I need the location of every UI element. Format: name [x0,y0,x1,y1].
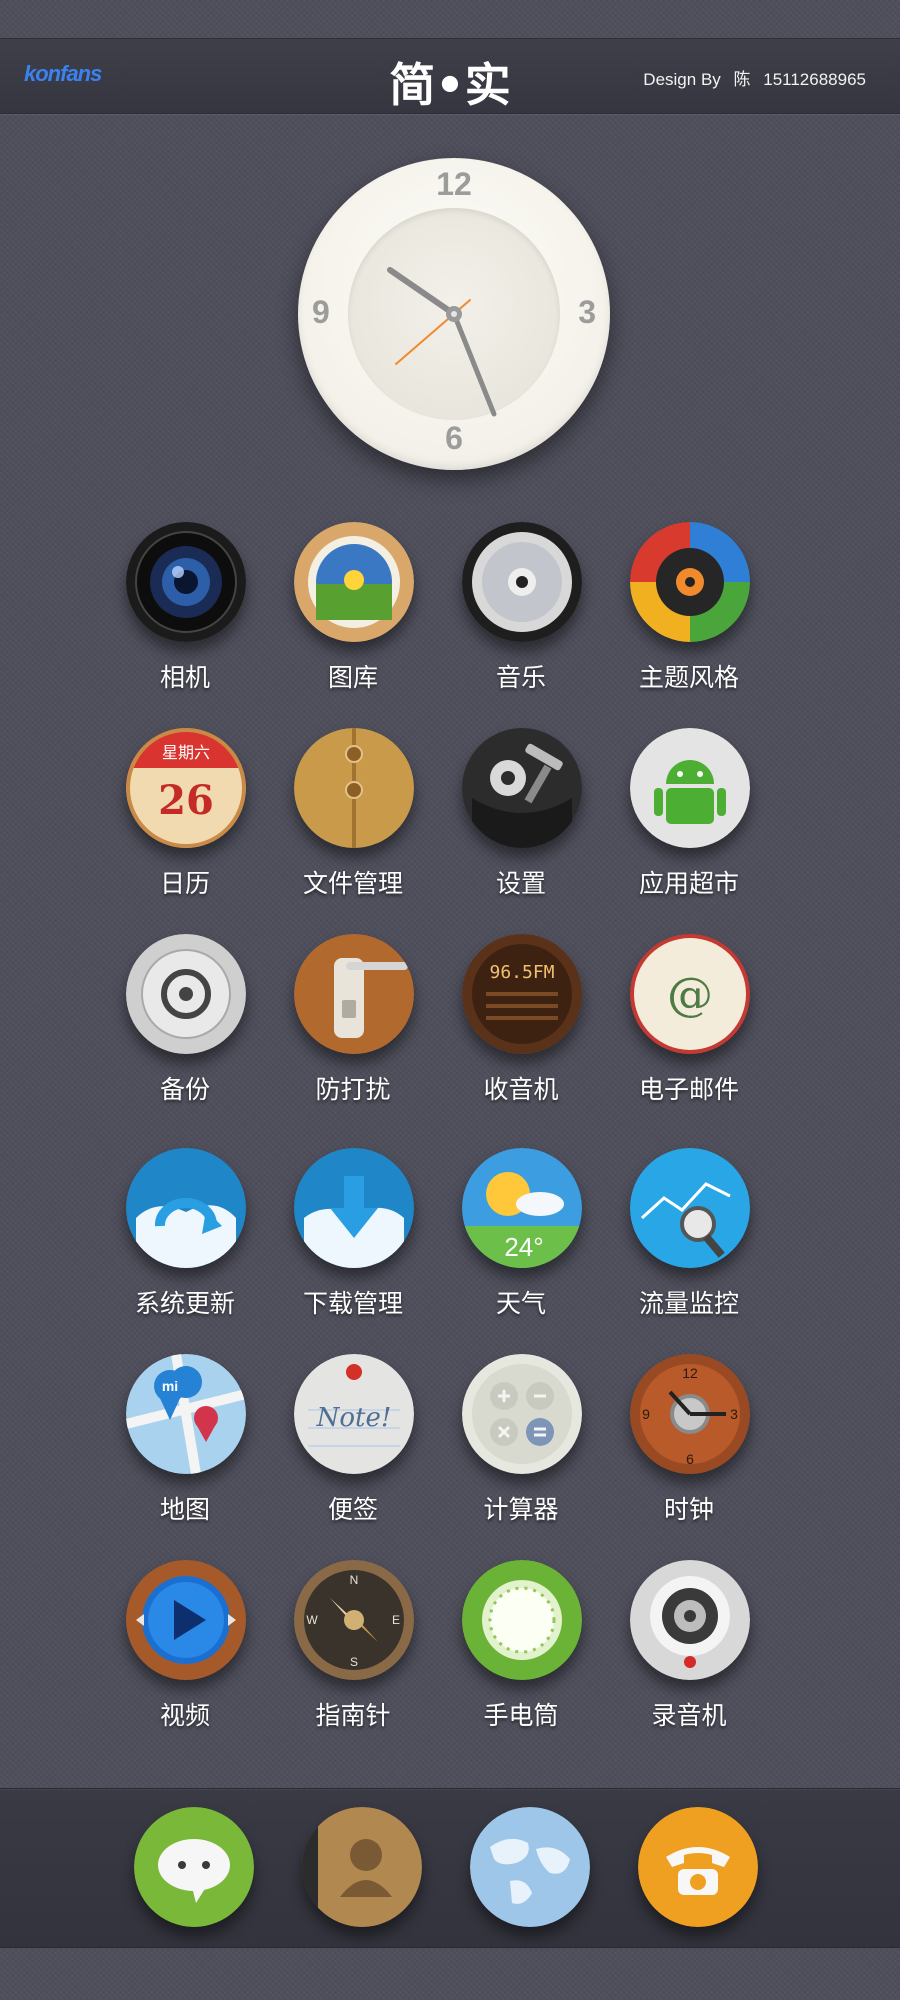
note-text: Note! [316,1403,392,1433]
app-map[interactable]: mi 地图 [100,1354,250,1534]
credit-name: 陈 [733,70,751,89]
minute-hand [451,311,497,417]
compass-w: W [306,1613,318,1627]
calendar-day: 26 [158,777,214,824]
app-market[interactable]: 应用超市 [604,728,754,908]
weather-sun-icon[interactable]: 24° [462,1148,582,1268]
app-camera[interactable]: 相机 [100,522,250,702]
app-clock[interactable]: 12 3 6 9 时钟 [604,1354,754,1534]
email-at: @ [667,967,713,1021]
app-label: 时钟 [663,1495,714,1524]
dock-browser[interactable] [444,1789,594,1969]
app-label: 录音机 [651,1701,727,1730]
app-label: 应用超市 [638,869,739,898]
do-not-disturb-door-icon[interactable] [294,934,414,1054]
traffic-monitor-icon[interactable] [630,1148,750,1268]
settings-gear-hammer-icon[interactable] [462,728,582,848]
app-download[interactable]: 下载管理 [268,1148,418,1328]
compass-n: N [350,1573,359,1587]
app-email[interactable]: @ 电子邮件 [604,934,754,1114]
app-compass[interactable]: N E S W 指南针 [268,1560,418,1740]
app-backup[interactable]: 备份 [100,934,250,1114]
browser-globe-icon[interactable] [470,1807,590,1927]
designer-credit: Design By 陈 15112688965 [635,65,866,90]
app-label: 主题风格 [638,663,739,692]
app-video[interactable]: 视频 [100,1560,250,1740]
map-pin-label: mi [162,1378,178,1394]
recorder-icon[interactable] [630,1560,750,1680]
radio-icon[interactable]: 96.5FM [462,934,582,1054]
app-music[interactable]: 音乐 [436,522,586,702]
phone-handset-icon[interactable] [638,1807,758,1927]
calculator-icon[interactable] [462,1354,582,1474]
app-do-not-disturb[interactable]: 防打扰 [268,934,418,1114]
app-flashlight[interactable]: 手电筒 [436,1560,586,1740]
clock-hands [387,267,497,417]
hour-hand [387,267,457,317]
video-play-icon[interactable] [126,1560,246,1680]
messages-bubble-icon[interactable] [134,1807,254,1927]
dock-messages[interactable] [108,1789,258,1969]
app-recorder[interactable]: 录音机 [604,1560,754,1740]
theme-palette-icon[interactable] [630,522,750,642]
app-weather[interactable]: 24° 天气 [436,1148,586,1328]
dock-phone[interactable] [612,1789,762,1969]
weather-temperature: 24° [504,1232,543,1262]
app-notes[interactable]: Note! 便签 [268,1354,418,1534]
gallery-photo-icon[interactable] [294,522,414,642]
compass-e: E [392,1613,400,1627]
clock-icon-3: 3 [730,1406,738,1422]
app-calendar[interactable]: 星期六 26 日历 [100,728,250,908]
app-theme[interactable]: 主题风格 [604,522,754,702]
app-radio[interactable]: 96.5FM 收音机 [436,934,586,1114]
app-label: 流量监控 [638,1289,739,1318]
app-system-update[interactable]: 系统更新 [100,1148,250,1328]
app-settings[interactable]: 设置 [436,728,586,908]
clock-widget[interactable]: 12 3 6 9 [298,158,610,470]
calendar-weekday: 星期六 [162,743,210,762]
music-cd-icon[interactable] [462,522,582,642]
app-label: 电子邮件 [638,1075,739,1104]
map-pin-icon[interactable]: mi [126,1354,246,1474]
backup-dial-icon[interactable] [126,934,246,1054]
radio-frequency: 96.5FM [489,962,554,983]
compass-s: S [350,1655,358,1669]
dock-bar [0,1788,900,1948]
app-calculator[interactable]: 计算器 [436,1354,586,1534]
camera-lens-icon[interactable] [126,522,246,642]
clock-icon-12: 12 [682,1365,698,1381]
calendar-icon[interactable]: 星期六 26 [126,728,246,848]
flashlight-icon[interactable] [462,1560,582,1680]
file-folder-icon[interactable] [294,728,414,848]
credit-phone: 15112688965 [763,70,866,89]
app-gallery[interactable]: 图库 [268,522,418,702]
email-envelope-icon[interactable]: @ [630,934,750,1054]
app-file-manager[interactable]: 文件管理 [268,728,418,908]
dock-contacts[interactable] [276,1789,426,1969]
download-arrow-icon[interactable] [294,1148,414,1268]
note-paper-icon[interactable]: Note! [294,1354,414,1474]
clock-icon-6: 6 [686,1451,694,1467]
clock-icon-9: 9 [642,1406,650,1422]
clock-icon[interactable]: 12 3 6 9 [630,1354,750,1474]
contacts-person-icon[interactable] [302,1807,422,1927]
system-update-icon[interactable] [126,1148,246,1268]
android-market-icon[interactable] [630,728,750,848]
header-bar: konfans 简•实 Design By 陈 15112688965 [0,38,900,114]
compass-icon[interactable]: N E S W [294,1560,414,1680]
credit-prefix: Design By [643,70,721,89]
app-traffic-monitor[interactable]: 流量监控 [604,1148,754,1328]
